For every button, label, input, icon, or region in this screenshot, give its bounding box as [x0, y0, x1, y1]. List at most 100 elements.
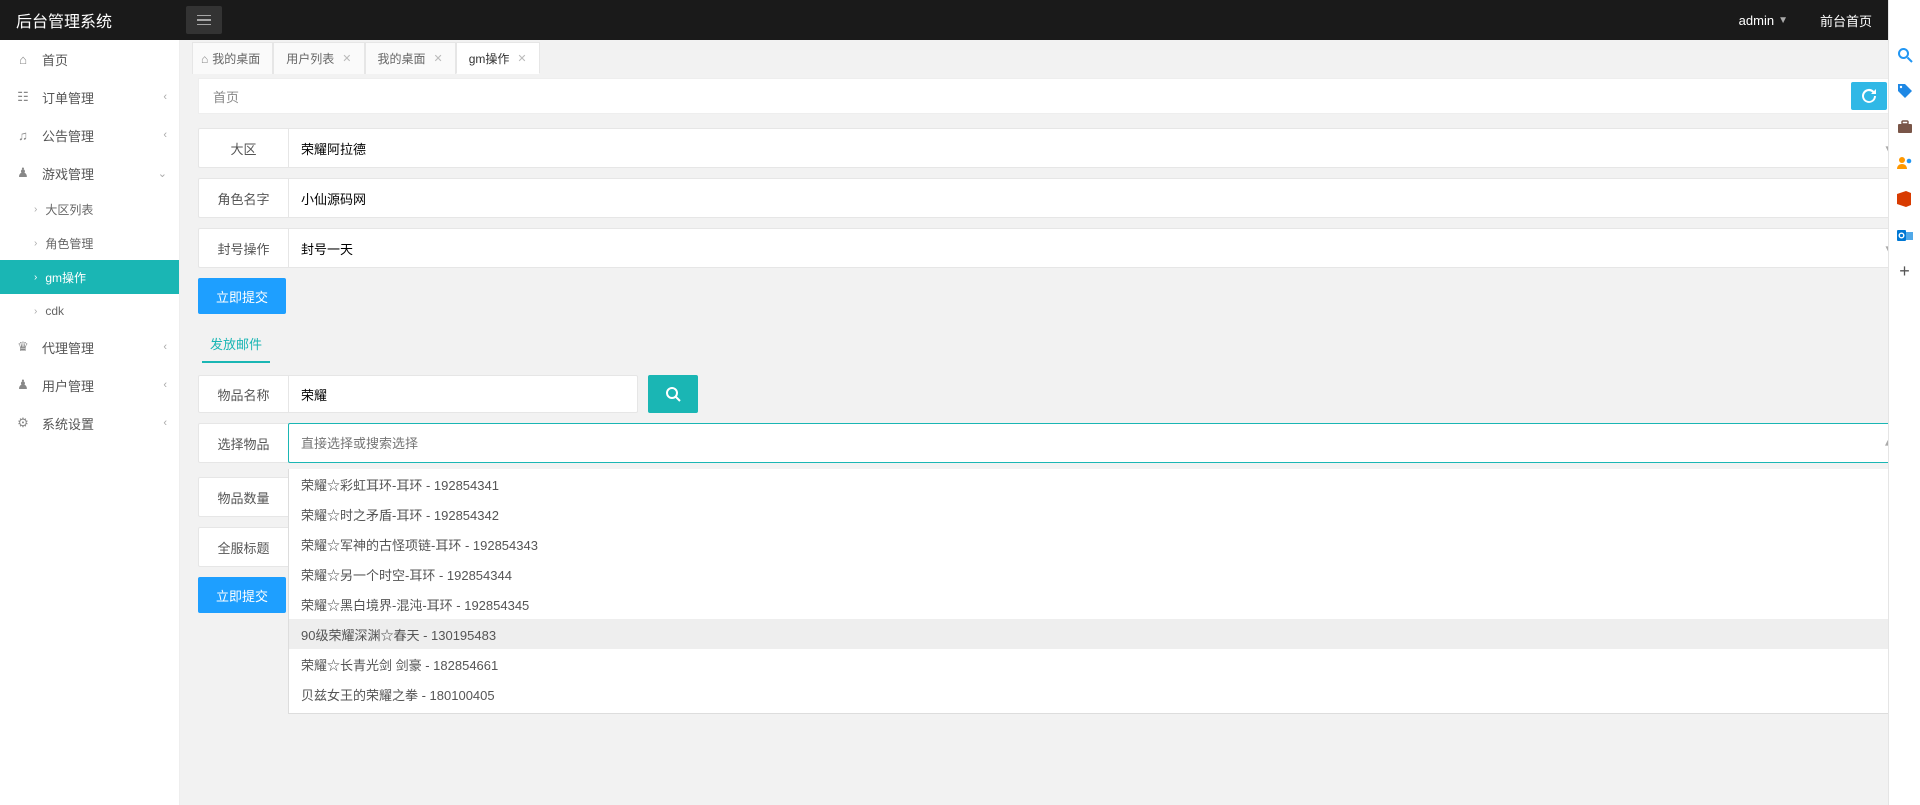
tabbar: ⌂ 我的桌面 用户列表 ✕ 我的桌面 ✕ gm操作 ✕ — [180, 40, 1920, 74]
chevron-left-icon: ‹ — [163, 91, 167, 103]
item-name-label: 物品名称 — [199, 376, 289, 412]
rb-search-icon[interactable] — [1896, 46, 1914, 64]
tab-user-list[interactable]: 用户列表 ✕ — [273, 42, 364, 74]
sidebar-item-label: 首页 — [42, 50, 68, 69]
rb-briefcase-icon[interactable] — [1896, 118, 1914, 136]
rb-plus-icon[interactable]: + — [1896, 262, 1914, 280]
rb-people-icon[interactable] — [1896, 154, 1914, 172]
select-item-field[interactable]: ▾ — [288, 423, 1902, 463]
sidebar-item-label: 用户管理 — [42, 376, 94, 395]
close-icon[interactable]: ✕ — [342, 52, 351, 65]
select-item-label: 选择物品 — [199, 424, 289, 462]
ban-label: 封号操作 — [199, 229, 289, 267]
sidebar-item-announce[interactable]: ♫ 公告管理 ‹ — [0, 116, 179, 154]
item-search-button[interactable] — [648, 375, 698, 413]
select-item-row: 选择物品 ▾ — [198, 423, 1902, 463]
tab-label: gm操作 — [469, 50, 510, 67]
region-select[interactable]: ▾ — [289, 129, 1901, 167]
gear-icon: ⚙ — [14, 415, 32, 431]
sidebar-item-label: 公告管理 — [42, 126, 94, 145]
agent-icon: ♛ — [14, 339, 32, 355]
sidebar-item-orders[interactable]: ☷ 订单管理 ‹ — [0, 78, 179, 116]
home-icon: ⌂ — [201, 52, 208, 66]
chevron-down-icon: ⌄ — [158, 167, 167, 180]
dropdown-item[interactable]: 荣耀☆彩虹耳环-耳环 - 192854341 — [289, 469, 1901, 499]
sidebar-item-agent[interactable]: ♛ 代理管理 ‹ — [0, 328, 179, 366]
sidebar-sub-label: 角色管理 — [45, 235, 93, 252]
item-qty-label: 物品数量 — [199, 478, 289, 516]
tab-label: 我的桌面 — [212, 50, 260, 67]
region-row: 大区 ▾ — [198, 128, 1902, 168]
region-value[interactable] — [301, 141, 1889, 156]
sidebar-sub-cdk[interactable]: › cdk — [0, 294, 179, 328]
user-menu[interactable]: admin ▼ — [1723, 13, 1804, 28]
search-icon — [665, 386, 681, 402]
speaker-icon: ♫ — [14, 128, 32, 143]
role-input[interactable] — [301, 191, 1889, 206]
sidebar-item-label: 代理管理 — [42, 338, 94, 357]
sidebar-sub-label: 大区列表 — [45, 201, 93, 218]
item-name-input[interactable] — [301, 387, 625, 402]
tab-desktop-2[interactable]: 我的桌面 ✕ — [365, 42, 456, 74]
submit-button-2[interactable]: 立即提交 — [198, 577, 286, 613]
users-icon: ♟ — [14, 377, 32, 393]
sidebar-item-label: 订单管理 — [42, 88, 94, 107]
topbar: 后台管理系统 admin ▼ 前台首页 — [0, 0, 1920, 40]
ban-row: 封号操作 ▾ — [198, 228, 1902, 268]
title-label: 全服标题 — [199, 528, 289, 566]
ban-value[interactable] — [301, 241, 1889, 256]
sidebar-item-home[interactable]: ⌂ 首页 — [0, 40, 179, 78]
rb-tag-icon[interactable] — [1896, 82, 1914, 100]
submit-button-1[interactable]: 立即提交 — [198, 278, 286, 314]
ban-select[interactable]: ▾ — [289, 229, 1901, 267]
front-homepage-link[interactable]: 前台首页 — [1804, 11, 1888, 30]
sidebar-sub-label: gm操作 — [45, 269, 86, 286]
refresh-button[interactable] — [1851, 82, 1887, 110]
item-name-row: 物品名称 — [198, 375, 638, 413]
tab-desktop-home[interactable]: ⌂ 我的桌面 — [192, 42, 273, 74]
sidebar-toggle[interactable] — [186, 6, 222, 34]
tab-label: 用户列表 — [286, 50, 334, 67]
dropdown-item[interactable]: 荣耀☆军神的古怪项链-耳环 - 192854343 — [289, 529, 1901, 559]
select-item-input[interactable] — [301, 436, 1889, 451]
chevron-left-icon: ‹ — [163, 417, 167, 429]
rb-outlook-icon[interactable] — [1896, 226, 1914, 244]
mail-section-tab: 发放邮件 — [198, 324, 1902, 365]
sidebar-item-label: 游戏管理 — [42, 164, 94, 183]
tab-gm-op[interactable]: gm操作 ✕ — [456, 42, 540, 74]
hamburger-icon — [197, 15, 211, 25]
tab-label: 我的桌面 — [378, 50, 426, 67]
rb-office-icon[interactable] — [1896, 190, 1914, 208]
sidebar-item-game[interactable]: ♟ 游戏管理 ⌄ — [0, 154, 179, 192]
refresh-icon — [1861, 88, 1877, 104]
chevron-right-icon: › — [34, 238, 37, 249]
chevron-left-icon: ‹ — [163, 379, 167, 391]
role-row: 角色名字 — [198, 178, 1902, 218]
dropdown-item[interactable]: 荣耀☆时之矛盾-耳环 - 192854342 — [289, 499, 1901, 529]
dropdown-item[interactable]: 荣耀☆另一个时空-耳环 - 192854344 — [289, 559, 1901, 589]
chevron-right-icon: › — [34, 272, 37, 283]
sidebar-sub-zone-list[interactable]: › 大区列表 — [0, 192, 179, 226]
sidebar-sub-role-mgmt[interactable]: › 角色管理 — [0, 226, 179, 260]
mail-section-label[interactable]: 发放邮件 — [202, 334, 270, 363]
item-dropdown[interactable]: 荣耀☆彩虹耳环-耳环 - 192854341荣耀☆时之矛盾-耳环 - 19285… — [288, 469, 1902, 714]
dropdown-item[interactable]: 荣耀☆黑白境界-混沌-耳环 - 192854345 — [289, 589, 1901, 619]
dropdown-item[interactable]: 荣耀☆长青光剑 剑豪 - 182854661 — [289, 649, 1901, 679]
dropdown-item[interactable]: 90级荣耀深渊☆春天 - 130195483 — [289, 619, 1901, 649]
dropdown-item[interactable]: 贝兹女王的荣耀之拳 - 180100405 — [289, 679, 1901, 709]
sidebar-sub-gm-op[interactable]: › gm操作 — [0, 260, 179, 294]
content: ⌂ 我的桌面 用户列表 ✕ 我的桌面 ✕ gm操作 ✕ 首页 — [180, 40, 1920, 805]
game-icon: ♟ — [14, 165, 32, 181]
chevron-right-icon: › — [34, 204, 37, 215]
region-label: 大区 — [199, 129, 289, 167]
sidebar-item-users[interactable]: ♟ 用户管理 ‹ — [0, 366, 179, 404]
item-name-wrap — [289, 376, 637, 412]
close-icon[interactable]: ✕ — [517, 52, 526, 65]
close-icon[interactable]: ✕ — [434, 52, 443, 65]
sidebar-item-settings[interactable]: ⚙ 系统设置 ‹ — [0, 404, 179, 442]
chevron-left-icon: ‹ — [163, 129, 167, 141]
role-label: 角色名字 — [199, 179, 289, 217]
home-icon: ⌂ — [14, 52, 32, 67]
breadcrumb-text: 首页 — [213, 87, 1851, 106]
chevron-right-icon: › — [34, 306, 37, 317]
